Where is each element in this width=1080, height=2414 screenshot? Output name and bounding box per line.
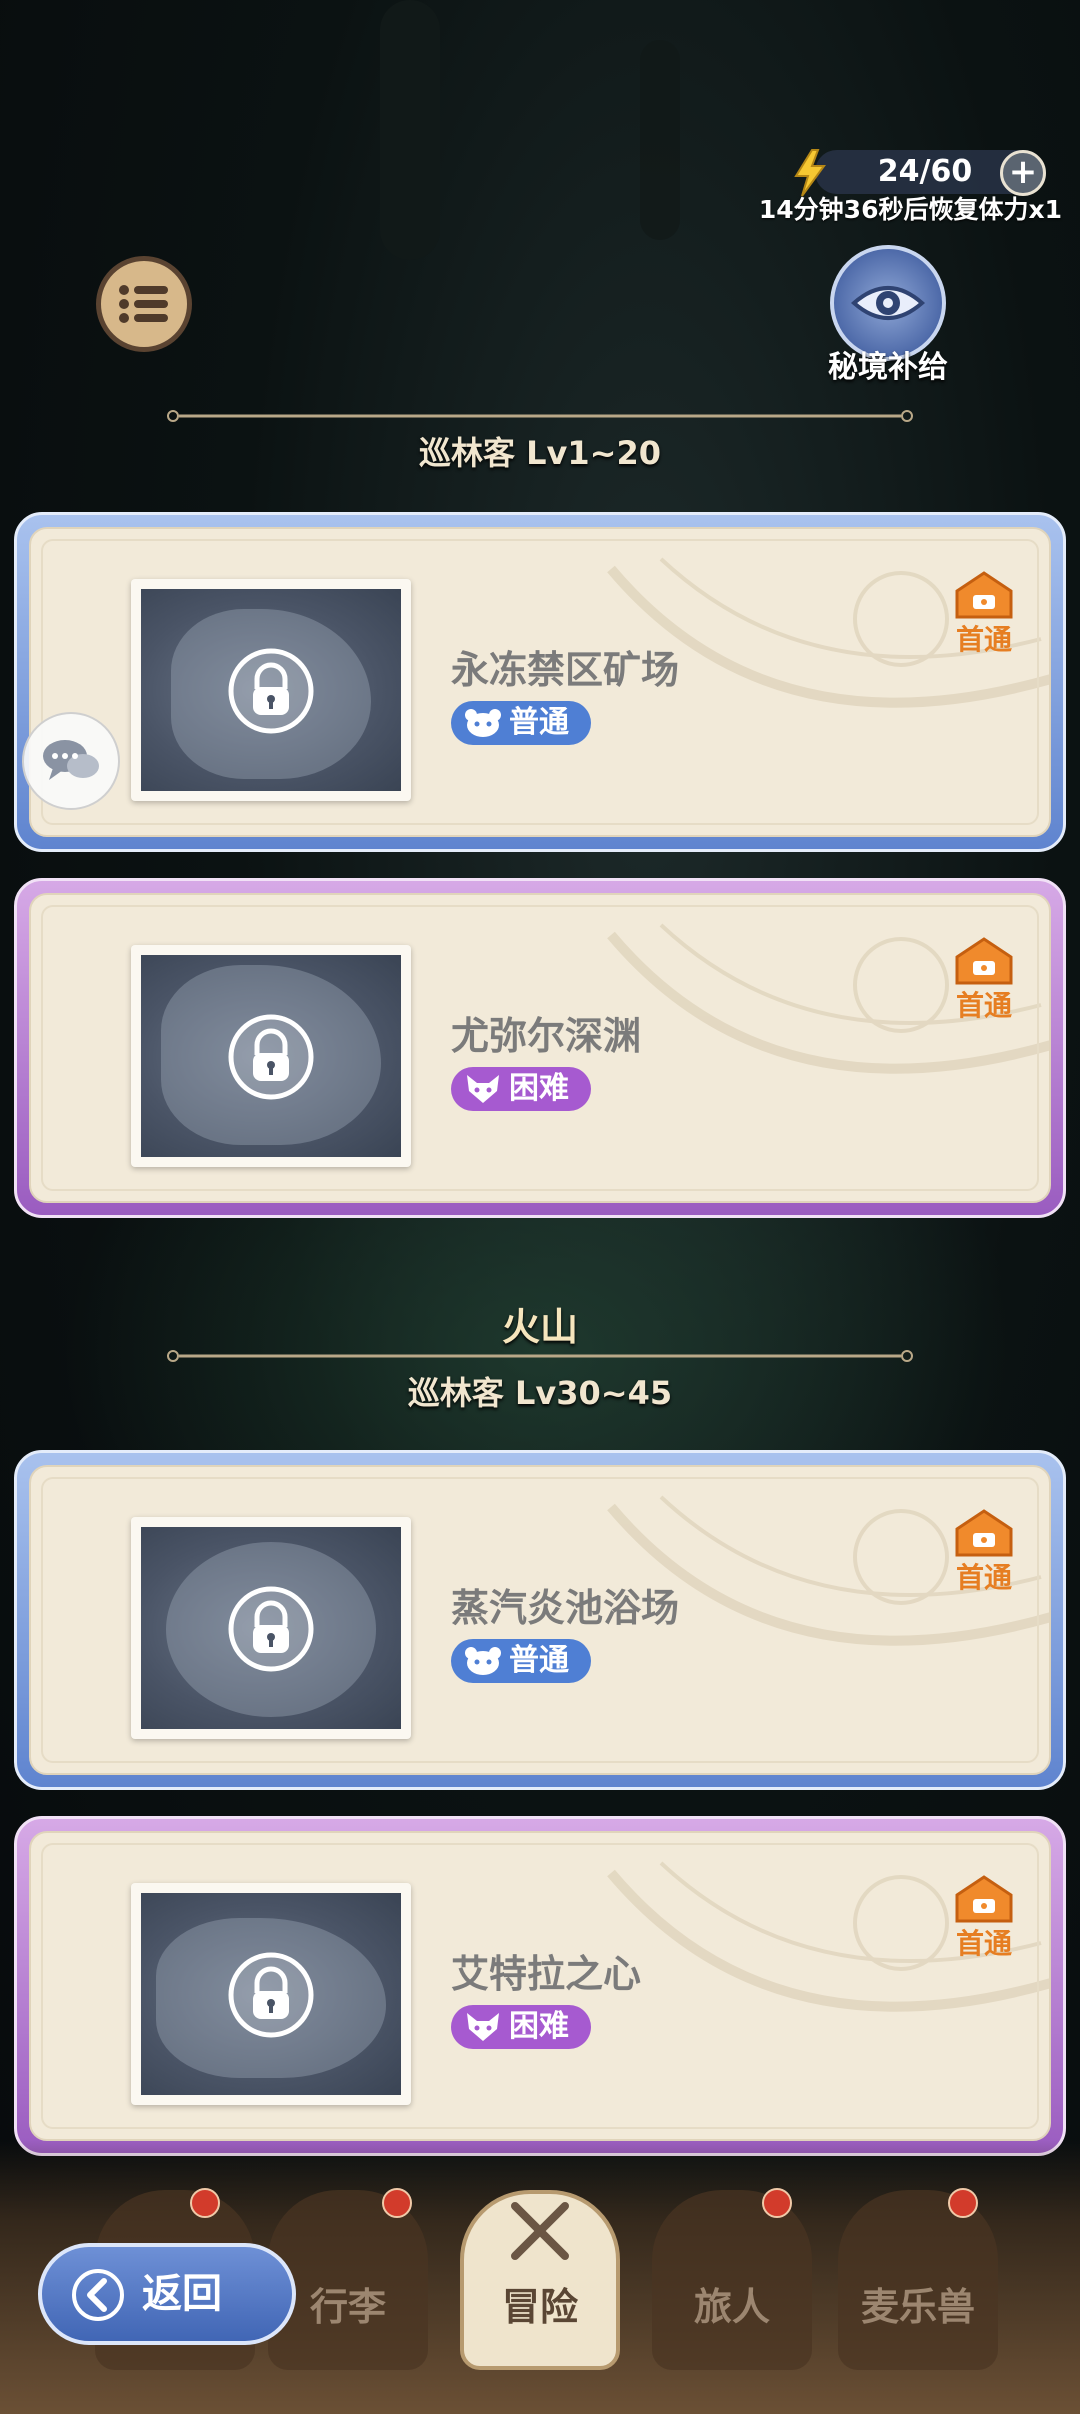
dungeon-name: 蒸汽炎池浴场 — [451, 1586, 680, 1630]
dungeon-card[interactable]: 永冻禁区矿场 普通 首通 — [14, 512, 1066, 852]
notification-dot — [948, 2188, 978, 2218]
menu-button[interactable] — [96, 256, 192, 352]
difficulty-label: 困难 — [509, 2009, 569, 2044]
first-clear-reward: 首通 — [945, 1507, 1023, 1593]
dungeon-name: 艾特拉之心 — [451, 1952, 642, 1996]
difficulty-badge: 困难 — [451, 2005, 591, 2049]
section-level-label: 巡林客 Lv1~20 — [418, 434, 661, 472]
back-label: 返回 — [142, 2271, 222, 2317]
reward-chest-icon — [955, 1875, 1013, 1923]
first-clear-reward: 首通 — [945, 1873, 1023, 1959]
first-clear-reward: 首通 — [945, 935, 1023, 1021]
card-decoration — [607, 1861, 1049, 2012]
lock-icon — [228, 648, 314, 734]
nav-tab-label: 旅人 — [693, 2285, 770, 2329]
dungeon-name: 尤弥尔深渊 — [451, 1014, 642, 1058]
eye-emblem-icon — [850, 286, 926, 320]
nav-tab-label: 冒险 — [501, 2285, 578, 2329]
dungeon-card[interactable]: 蒸汽炎池浴场 普通 首通 — [14, 1450, 1066, 1790]
reward-chest-icon — [955, 571, 1013, 619]
dungeon-card[interactable]: 尤弥尔深渊 困难 首通 — [14, 878, 1066, 1218]
notification-dot — [762, 2188, 792, 2218]
reward-chest-icon — [955, 1509, 1013, 1557]
demon-face-icon — [467, 1075, 499, 1103]
reward-chest-icon — [955, 937, 1013, 985]
difficulty-label: 普通 — [509, 705, 569, 740]
card-decoration — [607, 923, 1049, 1074]
difficulty-badge: 普通 — [451, 701, 591, 745]
list-icon — [119, 285, 168, 323]
chat-button[interactable] — [22, 712, 120, 810]
background-tree — [380, 0, 440, 260]
card-decoration — [607, 1495, 1049, 1646]
lock-icon — [228, 1014, 314, 1100]
section-divider — [167, 410, 913, 422]
demon-face-icon — [467, 2013, 499, 2041]
section-divider — [167, 1350, 913, 1362]
crossed-swords-icon — [511, 2202, 569, 2260]
first-clear-reward: 首通 — [945, 569, 1023, 655]
back-button[interactable]: 返回 — [38, 2243, 296, 2345]
difficulty-badge: 困难 — [451, 1067, 591, 1111]
stamina-value: 24/60 — [877, 154, 973, 189]
dungeon-thumbnail — [131, 1517, 411, 1739]
dungeon-thumbnail — [131, 1883, 411, 2105]
card-decoration — [607, 557, 1049, 708]
difficulty-badge: 普通 — [451, 1639, 591, 1683]
dungeon-thumbnail — [131, 579, 411, 801]
bear-face-icon — [465, 709, 501, 737]
dungeon-card[interactable]: 艾特拉之心 困难 首通 — [14, 1816, 1066, 2156]
region-title: 火山 — [501, 1305, 578, 1349]
section-level-label: 巡林客 Lv30~45 — [407, 1374, 673, 1412]
chat-icon — [43, 740, 99, 780]
dungeon-name: 永冻禁区矿场 — [451, 648, 680, 692]
bear-face-icon — [465, 1647, 501, 1675]
difficulty-label: 困难 — [509, 1071, 569, 1106]
lock-icon — [228, 1952, 314, 2038]
difficulty-label: 普通 — [509, 1643, 569, 1678]
lock-icon — [228, 1586, 314, 1672]
stamina-recover-timer: 14分钟36秒后恢复体力x1 — [758, 195, 1062, 224]
dungeon-thumbnail — [131, 945, 411, 1167]
notification-dot — [190, 2188, 220, 2218]
notification-dot — [382, 2188, 412, 2218]
back-arrow-icon — [72, 2269, 124, 2321]
background-tree — [640, 40, 680, 240]
supply-label: 秘境补给 — [828, 350, 948, 385]
nav-tab-label: 麦乐兽 — [860, 2285, 975, 2329]
